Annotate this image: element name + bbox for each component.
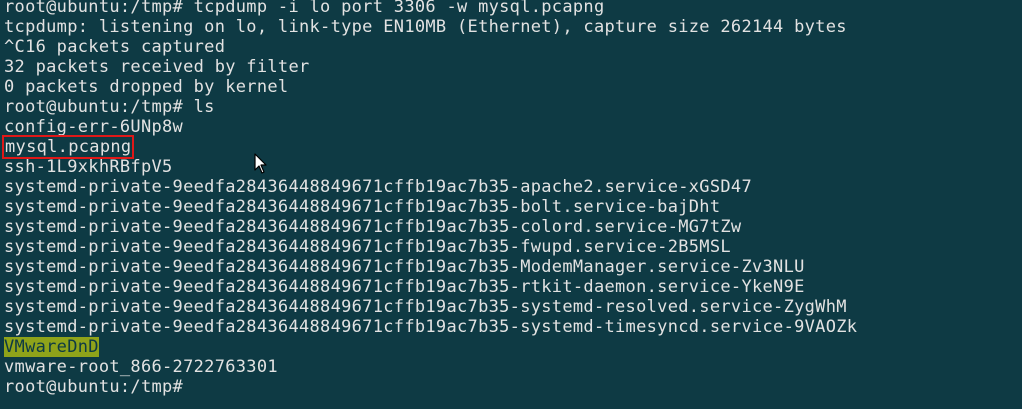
- terminal-window[interactable]: root@ubuntu:/tmp# tcpdump -i lo port 330…: [0, 0, 1022, 409]
- file-entry: vmware-root_866-2722763301: [4, 357, 278, 377]
- mouse-pointer-icon: [254, 153, 267, 174]
- file-entry: systemd-private-9eedfa28436448849671cffb…: [4, 317, 858, 337]
- file-entry: systemd-private-9eedfa28436448849671cffb…: [4, 217, 742, 237]
- file-entry: systemd-private-9eedfa28436448849671cffb…: [4, 177, 752, 197]
- file-entry-highlighted: mysql.pcapng: [1, 135, 1022, 159]
- prompt-line: root@ubuntu:/tmp# tcpdump -i lo port 330…: [4, 0, 605, 17]
- output-line: ^C16 packets captured: [4, 37, 226, 57]
- prompt-line: root@ubuntu:/tmp# ls: [4, 97, 215, 117]
- directory-entry: VMwareDnD: [4, 337, 1022, 357]
- prompt-line[interactable]: root@ubuntu:/tmp#: [4, 377, 1022, 397]
- terminal-output: root@ubuntu:/tmp# tcpdump -i lo port 330…: [1, 0, 1022, 397]
- file-entry: config-err-6UNp8w: [4, 117, 184, 137]
- file-entry: systemd-private-9eedfa28436448849671cffb…: [4, 257, 805, 277]
- output-line: 0 packets dropped by kernel: [4, 77, 289, 97]
- output-line: 32 packets received by filter: [4, 57, 310, 77]
- file-entry: systemd-private-9eedfa28436448849671cffb…: [4, 277, 805, 297]
- file-entry: systemd-private-9eedfa28436448849671cffb…: [4, 297, 847, 317]
- file-entry: systemd-private-9eedfa28436448849671cffb…: [4, 197, 721, 217]
- highlighted-filename: mysql.pcapng: [1, 135, 135, 159]
- file-entry: systemd-private-9eedfa28436448849671cffb…: [4, 237, 731, 257]
- file-entry: ssh-1L9xkhRBfpV5: [4, 157, 173, 177]
- output-line: tcpdump: listening on lo, link-type EN10…: [4, 17, 847, 37]
- highlighted-directory: VMwareDnD: [4, 337, 99, 357]
